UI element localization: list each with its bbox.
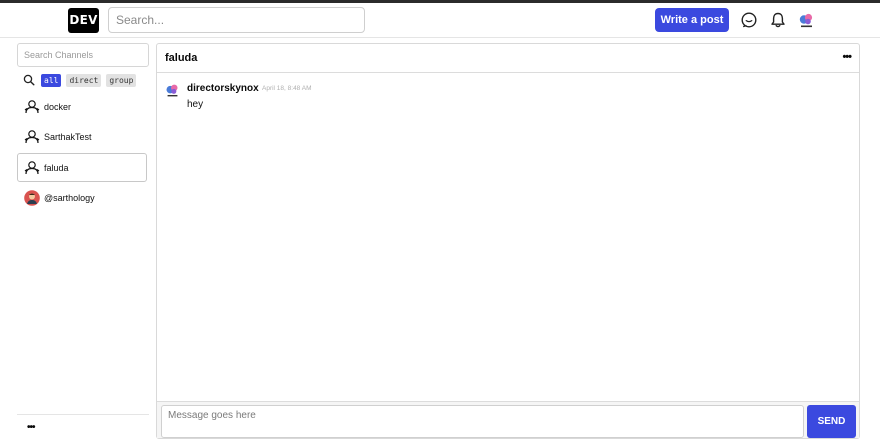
group-channel-icon (24, 99, 40, 113)
user-avatar (24, 189, 40, 206)
sidebar-more-button[interactable]: ••• (27, 422, 35, 433)
channel-item-sarthaktest[interactable]: SarthakTest (17, 122, 147, 151)
bell-icon[interactable] (769, 11, 787, 29)
filter-group[interactable]: group (106, 73, 137, 87)
chat-header: faluda ••• (157, 44, 859, 73)
channel-label: SarthakTest (44, 131, 92, 142)
channel-label: docker (44, 101, 72, 112)
chat-icon[interactable] (740, 11, 758, 29)
write-post-button[interactable]: Write a post (655, 8, 729, 32)
user-avatar[interactable] (797, 11, 816, 30)
search-input[interactable] (108, 7, 365, 33)
search-icon[interactable] (23, 74, 35, 86)
channel-item-docker[interactable]: docker (17, 92, 147, 121)
dev-logo[interactable]: DEV (68, 8, 99, 33)
channel-item-faluda[interactable]: faluda (17, 153, 147, 182)
group-channel-icon (24, 129, 40, 143)
message-text: hey (187, 99, 204, 110)
message-avatar[interactable] (164, 82, 181, 99)
chat-title: faluda (165, 52, 198, 64)
channel-sidebar: all direct group docker SarthakTest falu… (17, 43, 149, 443)
chat-panel: faluda ••• directorskynox April 18, 8:48… (156, 43, 860, 439)
filter-direct[interactable]: direct (66, 73, 102, 87)
channel-label: @sarthology (44, 192, 95, 203)
group-channel-icon (24, 160, 40, 174)
channel-search-input[interactable] (17, 43, 149, 67)
message-author[interactable]: directorskynox (187, 83, 259, 94)
chat-menu-button[interactable]: ••• (842, 51, 852, 63)
sidebar-divider (17, 414, 149, 415)
message-input[interactable] (161, 405, 804, 438)
channel-filter-row: all direct group (23, 73, 141, 87)
filter-all[interactable]: all (41, 73, 62, 87)
send-button[interactable]: SEND (807, 405, 856, 438)
message-timestamp: April 18, 8:48 AM (262, 85, 312, 92)
channel-label: faluda (44, 162, 69, 173)
message-compose-bar: SEND (157, 401, 859, 438)
top-header: DEV Write a post (0, 3, 880, 38)
channel-item-sarthology[interactable]: @sarthology (17, 183, 147, 212)
